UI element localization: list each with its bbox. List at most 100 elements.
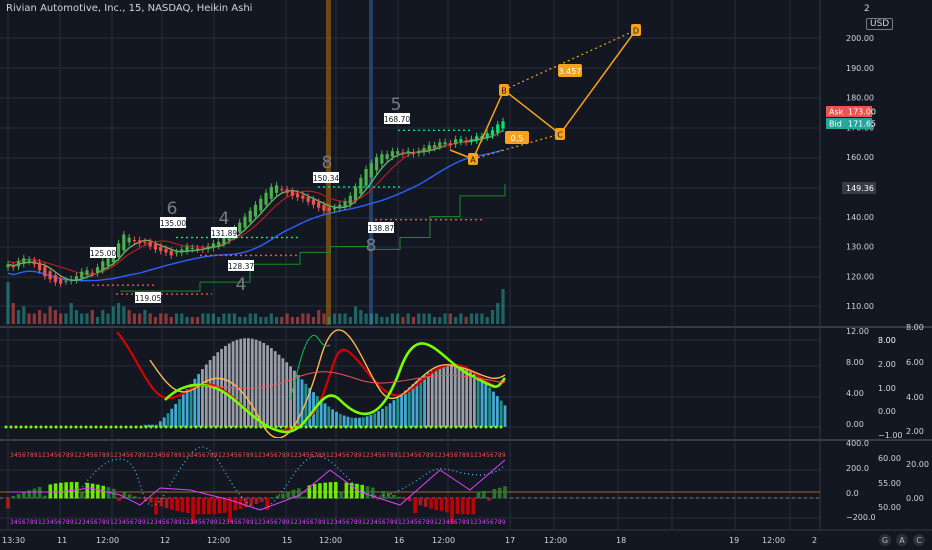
volume-bar	[343, 313, 347, 324]
volume-bar	[490, 310, 495, 324]
candle-body	[369, 163, 373, 178]
zero-dot	[404, 425, 408, 429]
volume-bar	[64, 313, 68, 324]
candle-body	[238, 222, 242, 233]
candle-body	[116, 243, 121, 258]
zero-dot	[269, 425, 273, 429]
momentum-bar	[164, 498, 169, 509]
oscillator-bar	[438, 367, 442, 427]
candle-body	[364, 169, 368, 186]
candle-body	[264, 192, 268, 205]
candle-body	[290, 191, 294, 196]
bid-label: Bid	[829, 120, 842, 129]
currency-selector[interactable]: USD	[866, 18, 894, 30]
volume-bar	[74, 310, 79, 324]
zero-dot	[219, 425, 223, 429]
momentum-bar	[318, 483, 322, 499]
candle-body	[122, 234, 126, 251]
volume-bar	[180, 313, 184, 324]
zero-dot	[359, 425, 363, 429]
volume-bar	[85, 313, 89, 324]
candle-body	[222, 237, 226, 244]
volume-bar	[48, 306, 52, 324]
zero-dot	[344, 425, 348, 429]
candle-body	[106, 258, 110, 266]
volume-bar	[454, 317, 458, 324]
oscillator-bar	[181, 394, 185, 427]
volume-bar	[222, 313, 226, 324]
chart-canvas[interactable]: BDAC3.4570.5 125.00135.00131.89128.37119…	[0, 0, 932, 550]
volume-bar	[496, 303, 500, 324]
candle-body	[101, 261, 105, 271]
volume-bar	[195, 317, 200, 324]
zero-dot	[134, 425, 138, 429]
candle-body	[143, 241, 147, 243]
volume-bar	[353, 306, 358, 324]
oscillator-pane[interactable]	[4, 329, 507, 438]
oscillator-bar	[369, 414, 373, 427]
zero-dot	[394, 425, 398, 429]
time-tick-14: 2	[812, 536, 817, 545]
momentum-bar	[482, 490, 486, 499]
p3b-tick-2: 50.00	[878, 503, 901, 512]
pattern-ratio-0: 3.457	[559, 67, 582, 76]
volume-bar	[232, 313, 237, 324]
zero-dot	[289, 425, 293, 429]
volume-bar	[317, 310, 321, 324]
p2a-tick-1: 8.00	[846, 358, 864, 367]
momentum-pane[interactable]: 3344556677889911223344556677889911223344…	[0, 446, 820, 526]
pattern-point-label-3: C	[557, 131, 563, 140]
oscillator-bar	[235, 339, 239, 427]
zero-dot	[9, 425, 13, 429]
wave-count-3: 8	[322, 153, 333, 173]
candle-body	[353, 186, 358, 201]
oscillator-bar	[166, 413, 170, 427]
zero-dot	[54, 425, 58, 429]
candle-body	[311, 199, 316, 205]
candle-body	[327, 207, 331, 211]
p2b-tick-3: 1.00	[878, 384, 896, 393]
volume-bar	[248, 313, 252, 324]
zero-dot	[294, 425, 298, 429]
candle-body	[469, 139, 474, 142]
candle-body	[159, 246, 163, 251]
candle-body	[490, 130, 495, 136]
time-tick-11: 18	[616, 536, 626, 545]
candle-body	[296, 193, 300, 198]
p2b-tick-2: 2.00	[878, 360, 896, 369]
oscillator-bar	[285, 362, 289, 427]
zero-dot	[449, 425, 453, 429]
momentum-bar	[254, 498, 259, 504]
volume-bar	[475, 313, 479, 324]
momentum-bar	[386, 492, 391, 499]
candle-body	[148, 241, 152, 247]
candle-body	[174, 252, 179, 254]
zero-dot	[69, 425, 73, 429]
zero-dot	[199, 425, 203, 429]
zero-dot	[74, 425, 78, 429]
candlesticks[interactable]	[6, 117, 505, 288]
momentum-bar	[207, 498, 211, 515]
zero-dot	[14, 425, 18, 429]
oscillator-bar	[239, 338, 243, 427]
oscillator-bar	[262, 342, 266, 427]
zero-dot	[79, 425, 83, 429]
volume-bar	[338, 313, 342, 324]
volume-bar	[16, 310, 21, 324]
volume-bar	[211, 313, 215, 324]
zero-dot	[99, 425, 103, 429]
zero-dot	[429, 425, 433, 429]
zero-dot	[154, 425, 158, 429]
oscillator-bar	[335, 411, 338, 427]
oscillator-bar	[400, 393, 403, 427]
candle-body	[169, 250, 173, 256]
candle-body	[153, 244, 158, 250]
price-tick-2: 180.00	[846, 94, 874, 103]
volume-bar	[253, 313, 258, 324]
volume-bar	[11, 303, 15, 324]
time-tick-1: 11	[57, 536, 67, 545]
momentum-bar	[259, 498, 264, 502]
zero-dot	[64, 425, 68, 429]
momentum-bar	[323, 482, 328, 499]
price-tick-7: 130.00	[846, 243, 874, 252]
